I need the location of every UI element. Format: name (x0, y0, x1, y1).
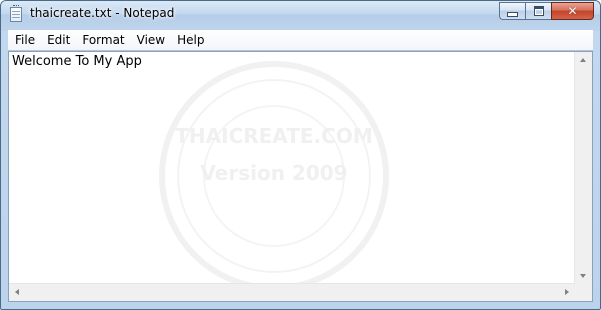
menu-file[interactable]: File (8, 30, 40, 50)
notepad-window: thaicreate.txt - Notepad ✕ File Edit For… (0, 0, 601, 310)
notepad-icon[interactable] (10, 5, 22, 22)
watermark-title: THAICREATE.COM (175, 124, 372, 148)
menu-help[interactable]: Help (172, 30, 209, 50)
close-icon: ✕ (567, 4, 578, 18)
scroll-up-icon (580, 58, 586, 62)
menu-bar: File Edit Format View Help (8, 30, 593, 51)
vertical-scrollbar[interactable] (574, 52, 592, 284)
scrollbar-corner (575, 284, 592, 301)
maximize-button[interactable] (525, 2, 551, 20)
horizontal-scrollbar[interactable] (9, 283, 575, 301)
watermark-seal: THAICREATE.COM Version 2009 (159, 61, 389, 291)
document-text[interactable]: Welcome To My App (12, 54, 142, 69)
window-title: thaicreate.txt - Notepad (30, 6, 175, 20)
menu-edit[interactable]: Edit (42, 30, 75, 50)
close-button[interactable]: ✕ (551, 2, 594, 20)
text-editor[interactable]: THAICREATE.COM Version 2009 Welcome To M… (8, 51, 593, 302)
minimize-icon (507, 11, 518, 17)
minimize-button[interactable] (499, 2, 525, 20)
scroll-left-icon (15, 289, 19, 295)
menu-view[interactable]: View (132, 30, 170, 50)
title-bar[interactable]: thaicreate.txt - Notepad ✕ (1, 1, 600, 29)
scroll-down-button[interactable] (575, 267, 592, 284)
scroll-up-button[interactable] (575, 52, 592, 69)
watermark-version: Version 2009 (200, 161, 347, 185)
window-controls: ✕ (499, 2, 594, 20)
scroll-right-button[interactable] (558, 284, 575, 301)
menu-format[interactable]: Format (77, 30, 129, 50)
scroll-down-icon (580, 274, 586, 278)
maximize-icon (533, 6, 544, 16)
scroll-right-icon (565, 289, 569, 295)
scroll-left-button[interactable] (9, 284, 26, 301)
